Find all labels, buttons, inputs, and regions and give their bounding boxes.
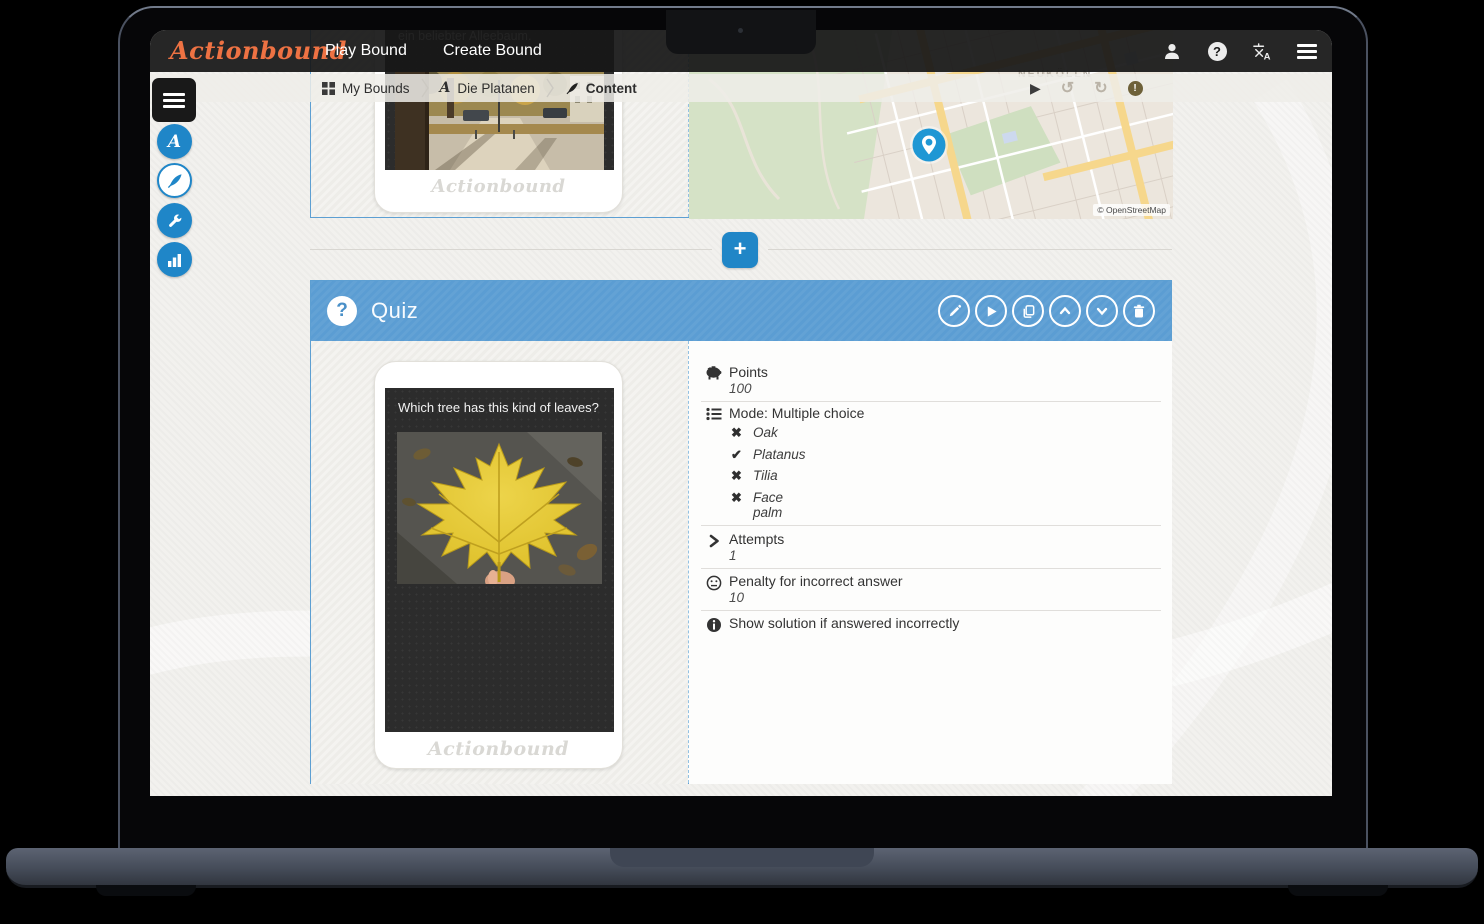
laptop-notch bbox=[666, 10, 816, 54]
map-attribution: © OpenStreetMap bbox=[1093, 204, 1170, 216]
quiz-question-text: Which tree has this kind of leaves? bbox=[398, 400, 599, 415]
separator bbox=[701, 401, 1161, 402]
phone-preview-quiz: Which tree has this kind of leaves? bbox=[374, 361, 623, 769]
penalty-value: 10 bbox=[729, 590, 744, 605]
test-play-button[interactable]: ▶ bbox=[1030, 80, 1041, 97]
breadcrumb-content[interactable]: Content bbox=[565, 81, 637, 96]
translate-icon: A bbox=[1252, 42, 1272, 61]
breadcrumb-bound-name[interactable]: A Die Platanen bbox=[440, 80, 535, 96]
laptop-foot bbox=[1288, 885, 1388, 896]
hamburger-icon bbox=[163, 93, 185, 108]
sidebar-menu-button[interactable] bbox=[152, 78, 196, 122]
attempts-value: 1 bbox=[729, 548, 737, 563]
quiz-type-icon: ? bbox=[327, 296, 357, 326]
actionbound-watermark: Actionbound bbox=[375, 738, 622, 760]
divider-line bbox=[310, 249, 712, 250]
nav-create-bound[interactable]: Create Bound bbox=[443, 30, 542, 72]
phone-screen: Which tree has this kind of leaves? bbox=[385, 388, 614, 732]
quiz-settings-column: Points 100 Mode: Multiple choice bbox=[689, 341, 1172, 784]
move-down-button[interactable] bbox=[1086, 295, 1118, 327]
chevron-separator-icon bbox=[546, 78, 554, 98]
quiz-preview-column: Which tree has this kind of leaves? bbox=[311, 341, 688, 784]
feather-icon bbox=[166, 172, 183, 189]
quiz-title: Quiz bbox=[371, 281, 418, 341]
points-label: Points bbox=[729, 364, 768, 380]
leaf-photo bbox=[397, 432, 602, 584]
option-mark-icon: ✔ bbox=[731, 447, 742, 463]
penalty-label: Penalty for incorrect answer bbox=[729, 573, 903, 589]
redo-button[interactable]: ↻ bbox=[1094, 78, 1107, 98]
browser-viewport: ein beliebter Alleebaum. bbox=[150, 30, 1332, 796]
pencil-icon bbox=[947, 304, 962, 319]
option-mark-icon: ✖ bbox=[731, 490, 742, 506]
duplicate-button[interactable] bbox=[1012, 295, 1044, 327]
feather-icon bbox=[565, 81, 579, 95]
laptop-base-notch bbox=[610, 848, 874, 867]
separator bbox=[701, 525, 1161, 526]
breadcrumb-my-bounds[interactable]: My Bounds bbox=[322, 81, 410, 96]
copy-icon bbox=[1021, 304, 1036, 319]
map-pin-icon[interactable] bbox=[909, 125, 949, 165]
sidebar-item-results[interactable] bbox=[157, 242, 192, 277]
attempts-label: Attempts bbox=[729, 531, 784, 547]
option-label: Face palm bbox=[753, 490, 783, 520]
bar-chart-icon bbox=[167, 253, 182, 267]
attempts-chevron-icon bbox=[705, 532, 722, 549]
penalty-smiley-icon bbox=[705, 574, 722, 591]
undo-button[interactable]: ↺ bbox=[1061, 78, 1074, 98]
points-value: 100 bbox=[729, 381, 752, 396]
card-divider bbox=[688, 341, 689, 783]
wrench-icon bbox=[167, 213, 183, 229]
actionbound-watermark: Actionbound bbox=[375, 176, 622, 197]
info-icon bbox=[705, 616, 722, 633]
option-label: Tilia bbox=[753, 468, 778, 483]
chevron-down-icon bbox=[1095, 304, 1109, 318]
trash-icon bbox=[1132, 304, 1146, 319]
separator bbox=[701, 610, 1161, 611]
user-account-button[interactable] bbox=[1162, 41, 1182, 61]
points-piggybank-icon bbox=[705, 364, 722, 381]
quiz-card-header: ? Quiz bbox=[311, 281, 1171, 341]
add-element-button[interactable]: + bbox=[722, 232, 758, 268]
camera-icon bbox=[738, 28, 743, 33]
help-icon: ? bbox=[1208, 42, 1227, 61]
sidebar-item-settings[interactable] bbox=[157, 203, 192, 238]
sidebar-item-bound[interactable]: A bbox=[157, 124, 192, 159]
preview-button[interactable] bbox=[975, 295, 1007, 327]
menu-button[interactable] bbox=[1297, 41, 1317, 61]
option-mark-icon: ✖ bbox=[731, 468, 742, 484]
language-button[interactable]: A bbox=[1252, 41, 1272, 61]
option-label: Platanus bbox=[753, 447, 806, 462]
laptop-screen-bezel: ein beliebter Alleebaum. bbox=[118, 6, 1368, 852]
option-label: Oak bbox=[753, 425, 778, 440]
option-mark-icon: ✖ bbox=[731, 425, 742, 441]
edit-button[interactable] bbox=[938, 295, 970, 327]
grid-icon bbox=[322, 82, 335, 95]
laptop-base bbox=[6, 848, 1478, 888]
nav-play-bound[interactable]: Play Bound bbox=[325, 30, 407, 72]
mode-list-icon bbox=[705, 405, 722, 422]
solution-label: Show solution if answered incorrectly bbox=[729, 615, 959, 631]
mode-label: Mode: Multiple choice bbox=[729, 405, 864, 421]
sidebar-item-content[interactable] bbox=[157, 163, 192, 198]
separator bbox=[701, 568, 1161, 569]
play-icon bbox=[985, 305, 998, 318]
laptop-foot bbox=[96, 885, 196, 896]
divider-line bbox=[768, 249, 1172, 250]
actionbound-a-icon: A bbox=[168, 132, 181, 152]
user-icon bbox=[1164, 43, 1180, 60]
actionbound-a-icon: A bbox=[440, 80, 451, 96]
help-button[interactable]: ? bbox=[1207, 41, 1227, 61]
svg-text:A: A bbox=[1264, 51, 1271, 60]
alert-status-icon[interactable]: ! bbox=[1128, 81, 1143, 96]
element-card-quiz: ? Quiz bbox=[310, 280, 1172, 784]
breadcrumb: My Bounds A Die Platanen Con bbox=[150, 74, 1332, 102]
delete-button[interactable] bbox=[1123, 295, 1155, 327]
move-up-button[interactable] bbox=[1049, 295, 1081, 327]
actionbound-logo[interactable]: Actionbound bbox=[170, 30, 347, 72]
chevron-separator-icon bbox=[421, 78, 429, 98]
chevron-up-icon bbox=[1058, 304, 1072, 318]
